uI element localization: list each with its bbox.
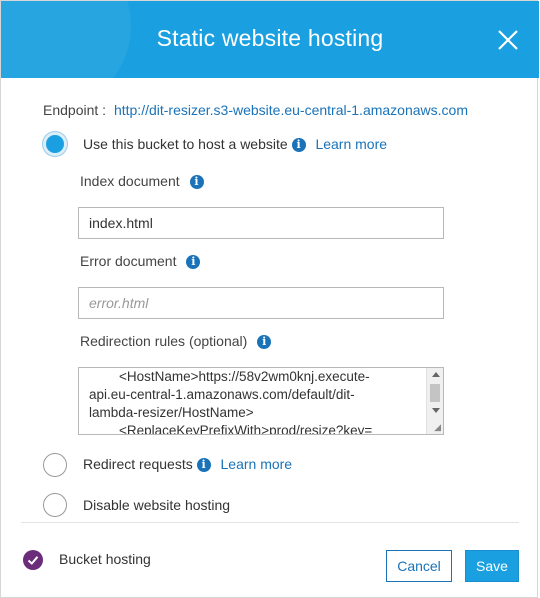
resize-grip-icon[interactable]: ◢ xyxy=(434,422,441,433)
radio-host-website[interactable] xyxy=(43,132,67,156)
redirection-rules-line: <HostName>https://58v2wm0knj.execute- xyxy=(89,369,370,384)
redirection-rules-line: api.eu-central-1.amazonaws.com/default/d… xyxy=(89,387,355,402)
option-redirect-requests: Redirect requests i Learn more xyxy=(83,456,292,472)
endpoint-link[interactable]: http://dit-resizer.s3-website.eu-central… xyxy=(114,102,468,118)
dialog-header: Static website hosting xyxy=(1,1,539,78)
info-icon[interactable]: i xyxy=(196,458,211,472)
option-disable-hosting: Disable website hosting xyxy=(83,497,230,513)
check-circle-icon xyxy=(23,550,43,570)
redirection-rules-label-row: Redirection rules (optional) i xyxy=(80,333,272,349)
endpoint-label: Endpoint : xyxy=(43,102,107,118)
option-disable-hosting-label: Disable website hosting xyxy=(83,497,231,513)
static-website-hosting-dialog: Static website hosting Endpoint : http:/… xyxy=(0,0,539,598)
dialog-title: Static website hosting xyxy=(156,25,384,51)
info-icon[interactable]: i xyxy=(257,335,272,349)
footer-divider xyxy=(21,522,519,523)
info-icon[interactable]: i xyxy=(291,138,306,152)
cancel-button[interactable]: Cancel xyxy=(386,550,452,582)
index-document-label-row: Index document i xyxy=(80,173,204,189)
radio-disable-hosting[interactable] xyxy=(43,493,67,517)
error-document-input[interactable]: error.html xyxy=(78,287,444,319)
redirection-rules-line: lambda-resizer/HostName> xyxy=(89,405,254,420)
info-icon[interactable]: i xyxy=(186,255,201,269)
index-document-label: Index document xyxy=(80,173,180,189)
radio-redirect-requests[interactable] xyxy=(43,453,67,477)
endpoint-row: Endpoint : http://dit-resizer.s3-website… xyxy=(43,102,468,118)
redirection-rules-textarea[interactable]: <HostName>https://58v2wm0knj.execute- ap… xyxy=(78,367,444,435)
index-document-input[interactable]: index.html xyxy=(78,207,444,239)
info-icon[interactable]: i xyxy=(189,175,204,189)
error-document-label-row: Error document i xyxy=(80,253,201,269)
scroll-up-arrow-icon[interactable] xyxy=(432,372,440,377)
option-host-website-label: Use this bucket to host a website xyxy=(83,136,288,152)
scroll-down-arrow-icon[interactable] xyxy=(432,408,440,413)
bucket-hosting-status: Bucket hosting xyxy=(59,551,151,567)
save-button[interactable]: Save xyxy=(465,550,519,582)
option-redirect-requests-label: Redirect requests xyxy=(83,456,193,472)
scrollbar-thumb[interactable] xyxy=(430,384,440,402)
close-icon[interactable] xyxy=(495,27,521,53)
error-document-label: Error document xyxy=(80,253,177,269)
learn-more-link-redirect[interactable]: Learn more xyxy=(221,456,293,472)
redirection-rules-content: <HostName>https://58v2wm0knj.execute- ap… xyxy=(89,368,409,435)
redirection-rules-label: Redirection rules (optional) xyxy=(80,333,248,349)
redirection-rules-line: <ReplaceKeyPrefixWith>prod/resize?key= xyxy=(89,423,373,435)
option-host-website: Use this bucket to host a website i Lear… xyxy=(83,136,387,152)
learn-more-link-host[interactable]: Learn more xyxy=(315,136,387,152)
